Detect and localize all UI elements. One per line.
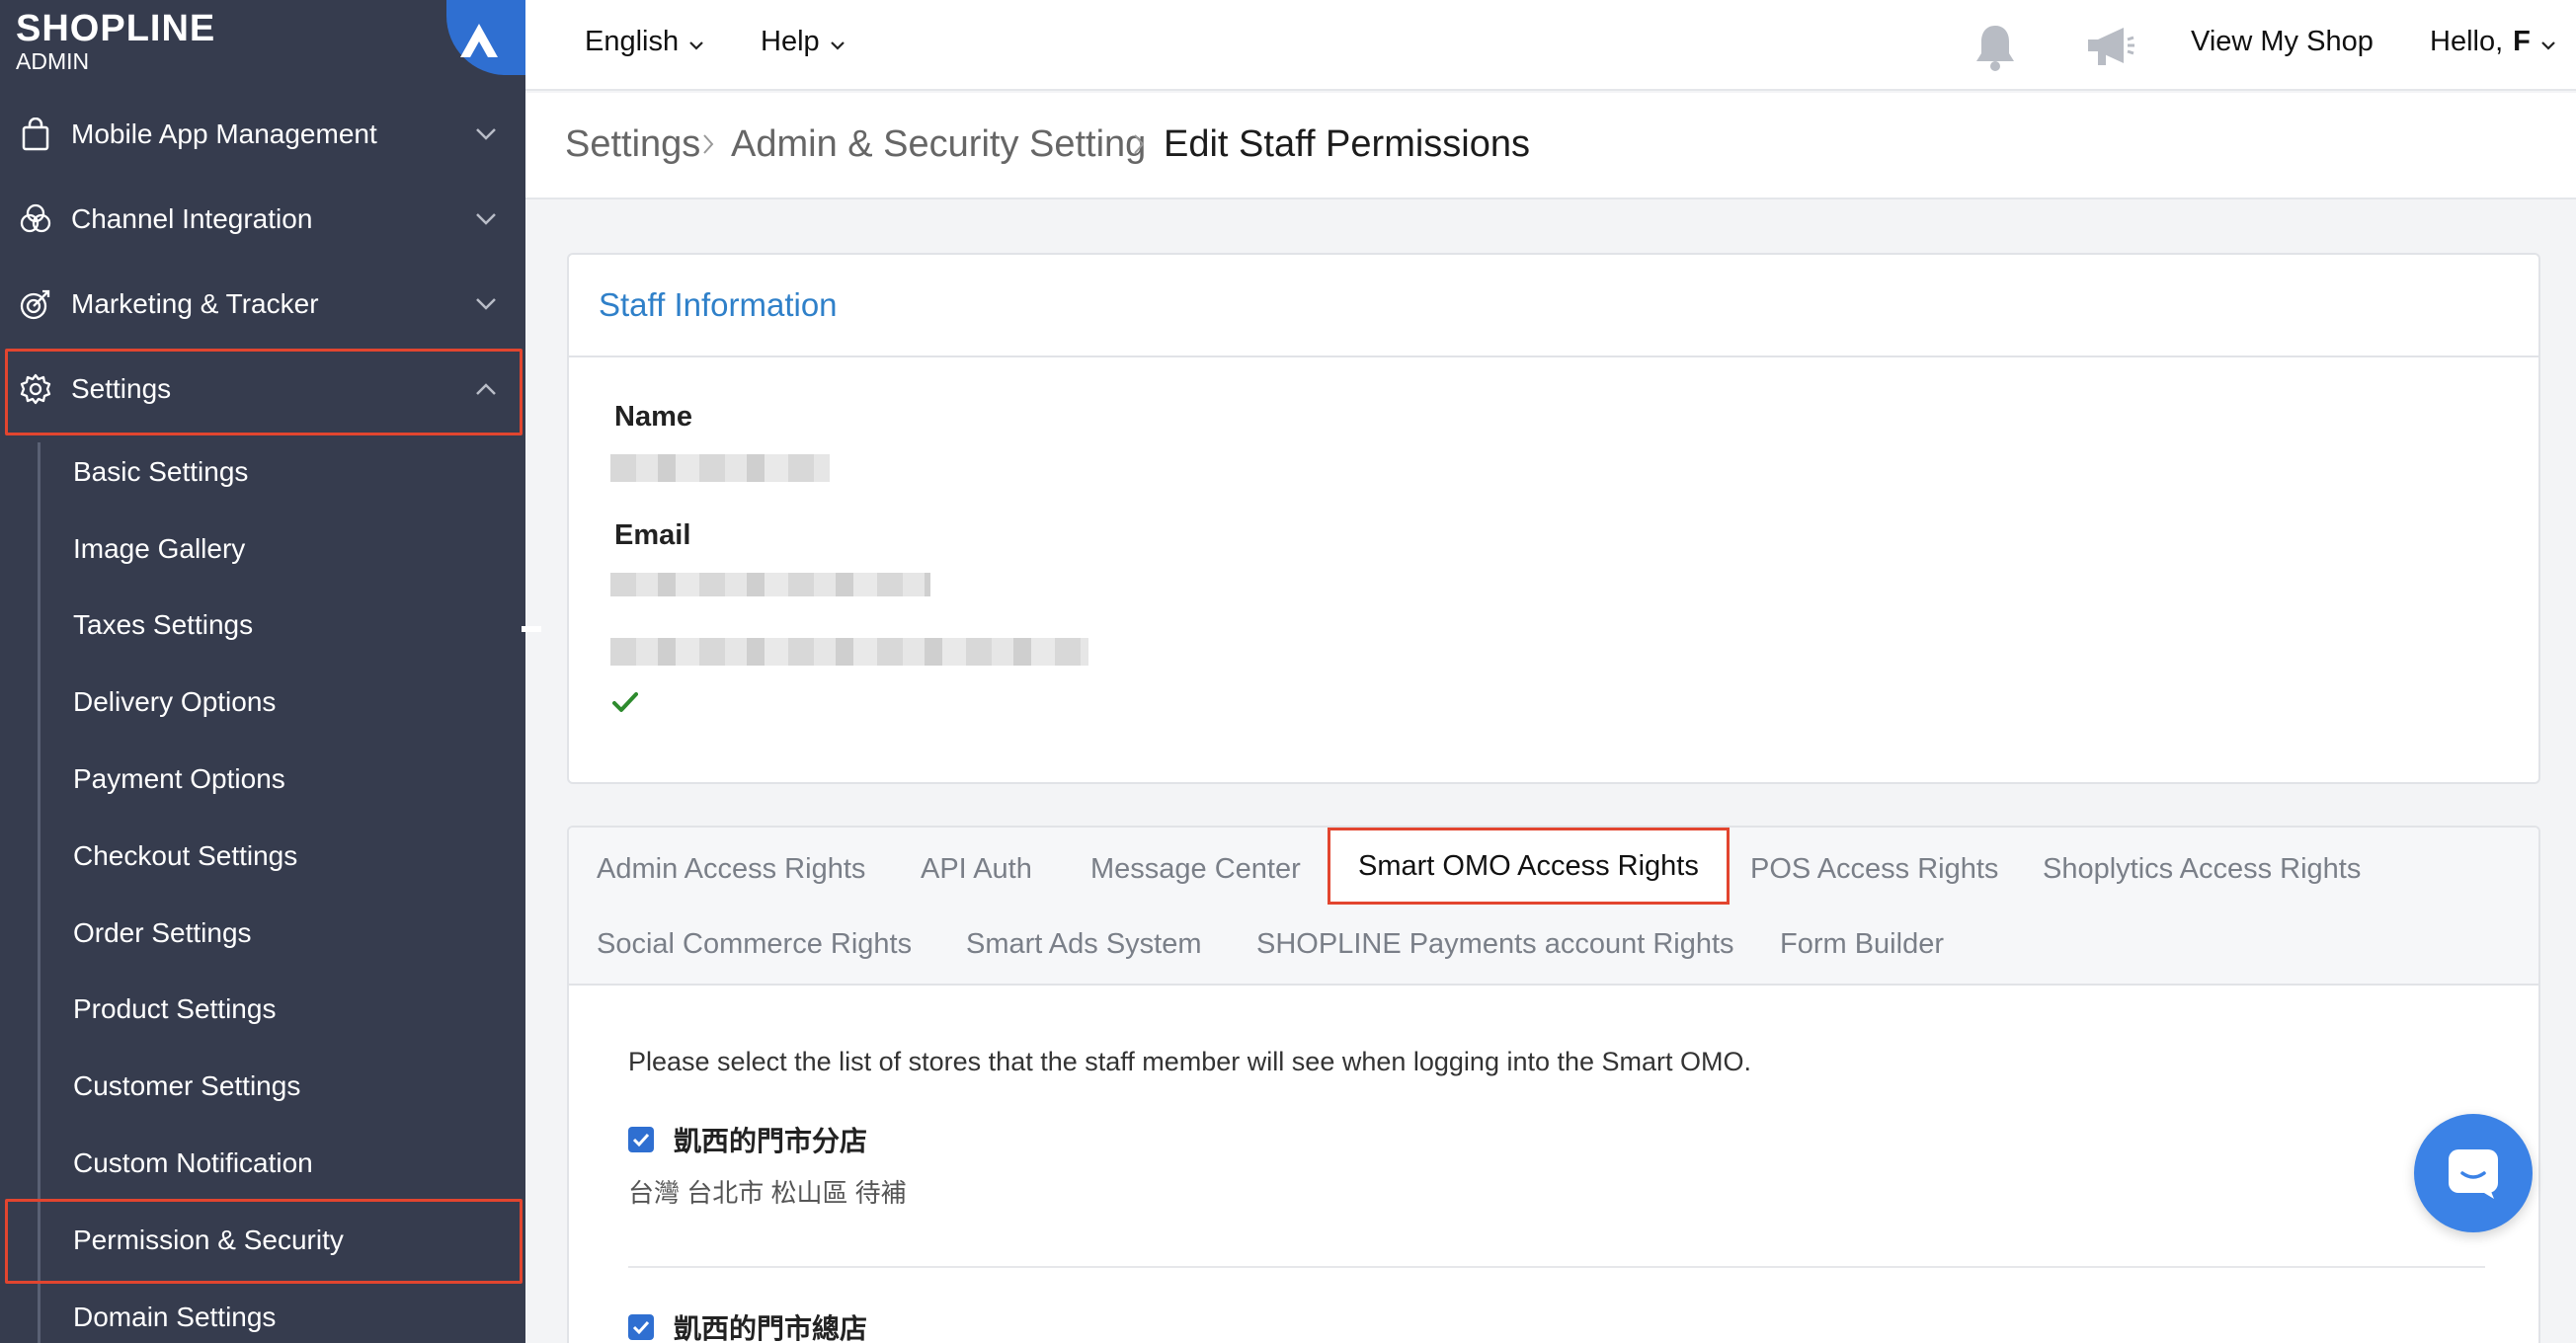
redacted-email-value [610, 573, 930, 596]
tab-social-commerce-rights[interactable]: Social Commerce Rights [597, 926, 912, 962]
greeting-label: Hello, [2430, 26, 2504, 57]
store-name: 凱西的門市總店 [674, 1313, 868, 1343]
sidebar-subitem-custom-notification[interactable]: Custom Notification [73, 1144, 313, 1183]
help-dropdown[interactable]: Help [761, 26, 845, 58]
sidebar-item-mobile-app-management[interactable]: Mobile App Management [0, 92, 525, 177]
top-bar: English Help View My Shop Hello, F [525, 0, 2576, 91]
chevron-down-icon [472, 120, 500, 148]
sidebar-item-label: Mobile App Management [71, 118, 377, 149]
tab-message-center[interactable]: Message Center [1090, 851, 1301, 887]
target-icon [18, 286, 53, 322]
mountain-logo-icon [460, 24, 498, 57]
page-title: Edit Staff Permissions [1164, 123, 1531, 165]
sidebar-item-marketing-tracker[interactable]: Marketing & Tracker [0, 262, 525, 347]
chevron-right-icon [1132, 132, 1146, 161]
tab-pos-access-rights[interactable]: POS Access Rights [1750, 851, 1998, 887]
email-label: Email [614, 519, 691, 551]
sidebar-subitem-payment-options[interactable]: Payment Options [73, 759, 285, 799]
store-address: 台灣 台北市 松山區 待補 [628, 1178, 907, 1208]
sidebar-subitem-taxes-settings[interactable]: Taxes Settings [73, 605, 253, 645]
store-row: 凱西的門市總店 [628, 1307, 867, 1343]
permissions-tabs-card: Admin Access Rights API Auth Message Cen… [567, 826, 2540, 1343]
sidebar-subitem-product-settings[interactable]: Product Settings [73, 989, 276, 1029]
redacted-extra-value [610, 638, 1088, 666]
checkmark-icon [632, 1133, 650, 1146]
tab-form-builder[interactable]: Form Builder [1780, 926, 1944, 962]
sidebar-subitem-image-gallery[interactable]: Image Gallery [73, 529, 245, 569]
channels-icon [18, 201, 53, 237]
app-root: SHOPLINE ADMIN Mobile App Management Cha… [0, 0, 2576, 1343]
megaphone-icon[interactable] [2082, 22, 2137, 76]
store-checkbox[interactable] [628, 1127, 654, 1152]
logo-subtitle: ADMIN [16, 48, 90, 74]
permission-highlight-box [5, 1199, 523, 1284]
chevron-down-icon [2540, 26, 2556, 58]
app-switcher-badge[interactable] [446, 0, 525, 75]
chat-launcher-button[interactable] [2414, 1114, 2533, 1232]
store-checkbox[interactable] [628, 1314, 654, 1340]
name-label: Name [614, 401, 692, 433]
sidebar-item-channel-integration[interactable]: Channel Integration [0, 177, 525, 262]
tab-shoplytics-access-rights[interactable]: Shoplytics Access Rights [2043, 851, 2361, 887]
sidebar-item-label: Marketing & Tracker [71, 288, 319, 319]
logo-text: SHOPLINE [16, 8, 216, 49]
sidebar-item-label: Channel Integration [71, 203, 313, 234]
sidebar-subitem-basic-settings[interactable]: Basic Settings [73, 452, 248, 492]
tab-api-auth[interactable]: API Auth [921, 851, 1032, 887]
sidebar-subitem-checkout-settings[interactable]: Checkout Settings [73, 836, 297, 876]
checkmark-icon [632, 1320, 650, 1334]
chevron-down-icon [688, 26, 704, 58]
sidebar: SHOPLINE ADMIN Mobile App Management Cha… [0, 0, 525, 1343]
sidebar-subitem-order-settings[interactable]: Order Settings [73, 913, 252, 953]
tab-admin-access-rights[interactable]: Admin Access Rights [597, 851, 865, 887]
view-my-shop-label: View My Shop [2191, 26, 2374, 57]
language-label: English [585, 26, 680, 57]
chevron-down-icon [472, 290, 500, 318]
chat-icon [2449, 1149, 2498, 1199]
chevron-down-icon [830, 26, 845, 58]
store-row: 凱西的門市分店 [628, 1120, 867, 1159]
store-divider [628, 1266, 2485, 1268]
sidebar-collapse-handle[interactable] [522, 626, 541, 632]
shopping-bag-icon [18, 117, 53, 152]
sidebar-subitem-delivery-options[interactable]: Delivery Options [73, 682, 276, 722]
logo[interactable]: SHOPLINE ADMIN [16, 10, 215, 73]
sidebar-subitem-domain-settings[interactable]: Domain Settings [73, 1298, 276, 1337]
settings-highlight-box [5, 349, 523, 435]
bell-icon[interactable] [1972, 22, 2019, 78]
user-menu[interactable]: Hello, F [2430, 26, 2556, 58]
tab-shopline-payments-rights[interactable]: SHOPLINE Payments account Rights [1256, 926, 1734, 962]
user-name: F [2513, 26, 2531, 57]
tab-smart-omo-access-rights[interactable]: Smart OMO Access Rights [1328, 828, 1730, 905]
help-label: Help [761, 26, 820, 57]
tabs-header: Admin Access Rights API Auth Message Cen… [569, 828, 2538, 986]
chevron-right-icon [701, 132, 715, 161]
redacted-name-value [610, 454, 830, 482]
verified-check-icon [612, 691, 638, 718]
store-name: 凱西的門市分店 [674, 1126, 868, 1156]
staff-information-card: Staff Information Name Email [567, 253, 2540, 784]
breadcrumb-settings[interactable]: Settings [565, 122, 700, 166]
sidebar-subitem-customer-settings[interactable]: Customer Settings [73, 1066, 300, 1106]
card-title: Staff Information [599, 286, 838, 323]
view-my-shop-link[interactable]: View My Shop [2191, 26, 2374, 58]
language-dropdown[interactable]: English [585, 26, 704, 58]
tab-smart-ads-system[interactable]: Smart Ads System [966, 926, 1202, 962]
chevron-down-icon [472, 205, 500, 233]
breadcrumb: Settings Admin & Security Setting Edit S… [525, 93, 2576, 199]
breadcrumb-admin-security[interactable]: Admin & Security Setting [731, 122, 1146, 166]
omo-description: Please select the list of stores that th… [628, 1047, 1752, 1076]
card-header: Staff Information [569, 255, 2538, 357]
